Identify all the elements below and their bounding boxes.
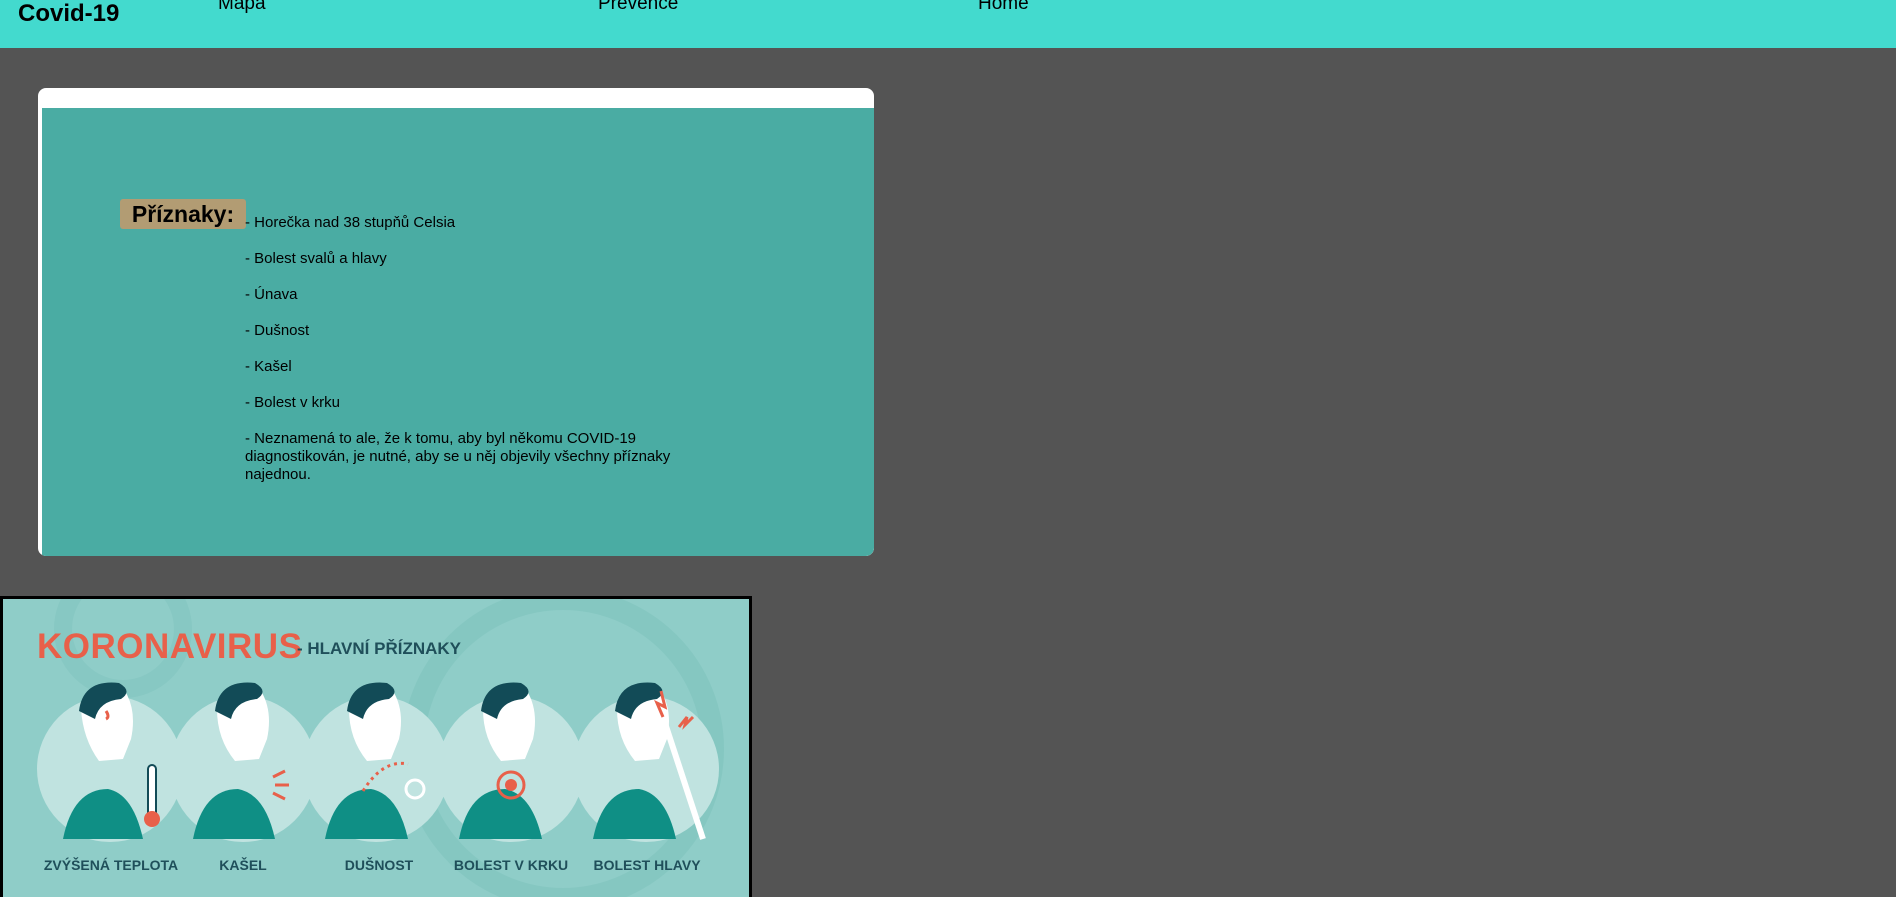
- fever-icon: [37, 682, 183, 842]
- caption-sore-throat: BOLEST V KRKU: [453, 857, 569, 873]
- nav-link-home[interactable]: Home: [978, 0, 1029, 16]
- caption-dyspnea: DUŠNOST: [344, 857, 414, 873]
- top-navbar: Covid-19 Mapa Prevence Home: [0, 0, 1896, 48]
- caption-headache: BOLEST HLAVY: [593, 857, 701, 873]
- symptom-note: - Neznamená to ale, že k tomu, aby byl n…: [245, 430, 671, 483]
- cough-icon: [170, 682, 316, 842]
- caption-cough: KAŠEL: [219, 857, 267, 873]
- symptoms-infographic: KORONAVIRUS - HLAVNÍ PŘÍZNAKY ZVÝŠENÁ TE…: [0, 596, 752, 897]
- symptoms-card: Příznaky: - Horečka nad 38 stupňů Celsia…: [38, 88, 874, 556]
- caption-fever: ZVÝŠENÁ TEPLOTA: [43, 857, 179, 873]
- symptom-item: - Únava: [245, 286, 298, 303]
- infographic-title: KORONAVIRUS: [37, 627, 303, 666]
- symptom-item: - Kašel: [245, 358, 292, 375]
- symptom-item: - Bolest svalů a hlavy: [245, 250, 387, 267]
- symptom-item: - Bolest v krku: [245, 394, 341, 411]
- nav-link-mapa[interactable]: Mapa: [218, 0, 266, 16]
- symptom-item: - Dušnost: [245, 322, 310, 339]
- infographic-subtitle: - HLAVNÍ PŘÍZNAKY: [297, 639, 462, 658]
- nav-link-prevence[interactable]: Prevence: [598, 0, 678, 16]
- sore-throat-icon: [438, 682, 584, 842]
- symptoms-list: - Horečka nad 38 stupňů Celsia - Bolest …: [245, 214, 705, 502]
- symptom-item: - Horečka nad 38 stupňů Celsia: [245, 214, 456, 231]
- brand-logo[interactable]: Covid-19: [18, 0, 119, 28]
- symptoms-badge: Příznaky:: [120, 199, 246, 229]
- symptoms-card-body: Příznaky: - Horečka nad 38 stupňů Celsia…: [42, 108, 874, 556]
